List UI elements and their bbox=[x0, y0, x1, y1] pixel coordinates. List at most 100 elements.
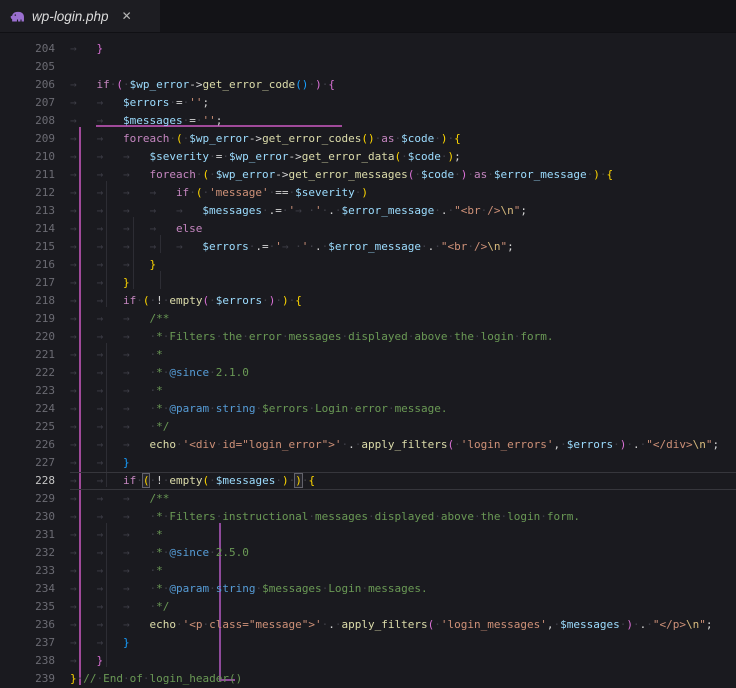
code-line[interactable]: 220 → → → ·*·Filters·the·error·messages·disp… bbox=[0, 328, 736, 346]
code-token: messages. bbox=[368, 582, 428, 595]
code-line[interactable]: 234 → → → ·*·@param·string·$messages·Login·m… bbox=[0, 580, 736, 598]
code-line[interactable]: 235 → → → ·*/ bbox=[0, 598, 736, 616]
line-number[interactable]: 227 bbox=[0, 454, 55, 472]
line-number[interactable]: 230 bbox=[0, 508, 55, 526]
code-line[interactable]: 227 → →} bbox=[0, 454, 736, 472]
line-number[interactable]: 224 bbox=[0, 400, 55, 418]
line-number[interactable]: 220 bbox=[0, 328, 55, 346]
line-number[interactable]: 232 bbox=[0, 544, 55, 562]
code-token: id="login_error">' bbox=[222, 438, 342, 451]
code-line[interactable]: 222 → → → ·*·@since·2.1.0 bbox=[0, 364, 736, 382]
code-line[interactable]: 225 → → → ·*/ bbox=[0, 418, 736, 436]
line-number[interactable]: 229 bbox=[0, 490, 55, 508]
line-number[interactable]: 213 bbox=[0, 202, 55, 220]
line-number[interactable]: 214 bbox=[0, 220, 55, 238]
code-line[interactable]: 217 → →} bbox=[0, 274, 736, 292]
line-number[interactable]: 239 bbox=[0, 670, 55, 688]
line-number[interactable]: 215 bbox=[0, 238, 55, 256]
code-token: $error_message bbox=[493, 168, 587, 181]
space-whitespace-dot: · bbox=[242, 330, 249, 343]
line-number[interactable]: 231 bbox=[0, 526, 55, 544]
code-line[interactable]: 212 → → → → if·(·'message'·==·$severity·) bbox=[0, 184, 736, 202]
code-line[interactable]: 206 → if·(·$wp_error->get_error_code()·)·{ bbox=[0, 76, 736, 94]
code-line[interactable]: 218 → → if·(·!·empty(·$errors·)·)·{ bbox=[0, 292, 736, 310]
line-number[interactable]: 237 bbox=[0, 634, 55, 652]
line-number[interactable]: 233 bbox=[0, 562, 55, 580]
code-line[interactable]: 226 → → → echo·'<div·id="login_error">'·.·ap… bbox=[0, 436, 736, 454]
line-number[interactable]: 226 bbox=[0, 436, 55, 454]
code-line[interactable]: 223 → → → ·* bbox=[0, 382, 736, 400]
line-number[interactable]: 206 bbox=[0, 76, 55, 94]
line-number[interactable]: 219 bbox=[0, 310, 55, 328]
code-editor[interactable]: 204 →} 205 206 → if·(·$wp_error->get_error_co… bbox=[0, 33, 736, 688]
code-line[interactable]: 215 → → → → → $errors·.=·'→ ·'·.·$error_message… bbox=[0, 238, 736, 256]
line-number[interactable]: 208 bbox=[0, 112, 55, 130]
line-number[interactable]: 228 bbox=[0, 472, 55, 490]
code-token: if bbox=[122, 474, 137, 487]
line-number[interactable]: 211 bbox=[0, 166, 55, 184]
code-line[interactable]: 232 → → → ·*·@since·2.5.0 bbox=[0, 544, 736, 562]
code-line[interactable]: 211 → → → foreach·(·$wp_error->get_error_mes… bbox=[0, 166, 736, 184]
code-line[interactable]: 221 → → → ·* bbox=[0, 346, 736, 364]
line-number[interactable]: 210 bbox=[0, 148, 55, 166]
code-line[interactable]: 236 → → → echo·'<p·class="message">'·.·apply… bbox=[0, 616, 736, 634]
line-number[interactable]: 236 bbox=[0, 616, 55, 634]
code-token: as bbox=[474, 168, 488, 181]
tab-whitespace-arrow: → bbox=[96, 546, 104, 559]
code-line[interactable]: 239}·//·End·of·login_header() bbox=[0, 670, 736, 688]
tab-wp-login-php[interactable]: wp-login.php ✕ bbox=[0, 0, 160, 32]
line-number[interactable]: 238 bbox=[0, 652, 55, 670]
code-token: $wp_error bbox=[129, 78, 190, 91]
code-token: apply_filters bbox=[361, 438, 448, 451]
code-line[interactable]: 233 → → → ·* bbox=[0, 562, 736, 580]
code-token: () bbox=[295, 78, 309, 91]
tab-whitespace-arrow: → bbox=[96, 402, 104, 415]
line-number[interactable]: 205 bbox=[0, 58, 55, 76]
line-number[interactable]: 225 bbox=[0, 418, 55, 436]
code-line[interactable]: 210 → → → $severity·=·$wp_error->get_error_d… bbox=[0, 148, 736, 166]
line-number[interactable]: 235 bbox=[0, 598, 55, 616]
tab-whitespace-arrow: → bbox=[70, 366, 77, 379]
line-number[interactable]: 209 bbox=[0, 130, 55, 148]
code-line[interactable]: 213 → → → → → $messages·.=·'→ ·'·.·$error_messa… bbox=[0, 202, 736, 220]
tab-whitespace-arrow: → bbox=[96, 564, 104, 577]
code-line[interactable]: 209 → → foreach·(·$wp_error->get_error_code… bbox=[0, 130, 736, 148]
code-line[interactable]: 228 → → if·(·!·empty(·$messages·)·)·{ bbox=[0, 472, 736, 490]
code-line[interactable]: 216 → → →} bbox=[0, 256, 736, 274]
space-whitespace-dot: · bbox=[175, 438, 183, 451]
code-line[interactable]: 208 → → $messages·=·''; bbox=[0, 112, 736, 130]
line-number[interactable]: 223 bbox=[0, 382, 55, 400]
line-number[interactable]: 216 bbox=[0, 256, 55, 274]
code-line[interactable]: 204 →} bbox=[0, 40, 736, 58]
line-number[interactable]: 218 bbox=[0, 292, 55, 310]
line-number[interactable]: 207 bbox=[0, 94, 55, 112]
line-number[interactable]: 212 bbox=[0, 184, 55, 202]
code-line[interactable]: 231 → → → ·* bbox=[0, 526, 736, 544]
tab-close-icon[interactable]: ✕ bbox=[122, 9, 132, 23]
code-token: } bbox=[122, 636, 130, 649]
line-number[interactable]: 204 bbox=[0, 40, 55, 58]
code-line[interactable]: 214 → → → → else bbox=[0, 220, 736, 238]
code-token: * bbox=[156, 366, 163, 379]
code-line[interactable]: 205 bbox=[0, 58, 736, 76]
space-whitespace-dot: · bbox=[123, 672, 130, 685]
space-whitespace-dot: · bbox=[169, 132, 176, 145]
code-line[interactable]: 224 → → → ·*·@param·string·$errors·Login·err… bbox=[0, 400, 736, 418]
code-line[interactable]: 237 → →} bbox=[0, 634, 736, 652]
tab-whitespace-arrow: → bbox=[122, 312, 130, 325]
code-line[interactable]: 219 → → → /** bbox=[0, 310, 736, 328]
tab-whitespace-arrow: → bbox=[70, 330, 77, 343]
code-token: echo bbox=[149, 438, 176, 451]
code-token: ; bbox=[215, 114, 223, 127]
line-number[interactable]: 221 bbox=[0, 346, 55, 364]
code-line[interactable]: 207 → → $errors·=·''; bbox=[0, 94, 736, 112]
line-number[interactable]: 234 bbox=[0, 580, 55, 598]
code-line[interactable]: 238 →} bbox=[0, 652, 736, 670]
code-line[interactable]: 230 → → → ·*·Filters·instructional·messages·… bbox=[0, 508, 736, 526]
line-number[interactable]: 217 bbox=[0, 274, 55, 292]
tab-whitespace-arrow: → bbox=[96, 96, 104, 109]
tab-whitespace-arrow: → bbox=[70, 384, 77, 397]
code-line[interactable]: 229 → → → /** bbox=[0, 490, 736, 508]
tab-whitespace-arrow: → bbox=[96, 492, 104, 505]
line-number[interactable]: 222 bbox=[0, 364, 55, 382]
